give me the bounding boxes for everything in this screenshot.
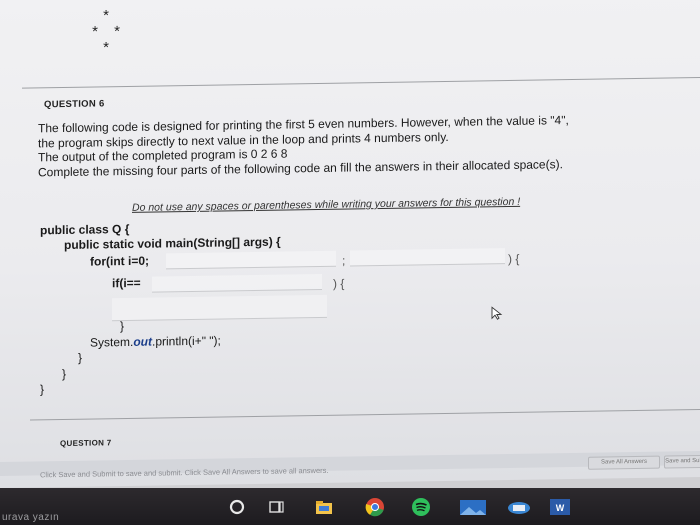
code-line-close-if: }: [120, 319, 125, 334]
println-out-keyword: out: [133, 334, 152, 349]
code-line-main: public static void main(String[] args) {: [64, 234, 281, 252]
save-all-answers-button[interactable]: Save All Answers: [588, 455, 660, 470]
code-line-if: if(i==: [112, 275, 141, 291]
code-line-close-main: }: [62, 366, 67, 382]
stars-row-3: *: [103, 39, 115, 57]
answer-blank-2[interactable]: [350, 248, 505, 267]
windows-taskbar: [0, 488, 700, 525]
question-7-label: QUESTION 7: [60, 438, 112, 449]
code-line-close-class: }: [40, 382, 45, 397]
for-close-paren: ) {: [508, 251, 520, 267]
for-semicolon: ;: [342, 253, 346, 268]
code-line-class: public class Q {: [40, 221, 130, 238]
taskbar-search-box[interactable]: urava yazın: [2, 512, 59, 523]
file-explorer-icon[interactable]: [313, 496, 335, 518]
save-and-submit-button[interactable]: Save and Submit: [664, 454, 700, 469]
answer-blank-1[interactable]: [166, 250, 336, 270]
if-close-paren: ) {: [333, 276, 345, 291]
question-6-label: QUESTION 6: [44, 98, 105, 111]
task-view-icon[interactable]: [266, 496, 288, 518]
println-suffix: .println(i+" ");: [152, 333, 221, 349]
spotify-icon[interactable]: [410, 496, 432, 518]
println-prefix: System.: [90, 334, 134, 350]
answer-blank-3[interactable]: [152, 273, 322, 293]
word-icon[interactable]: W: [548, 496, 572, 518]
code-line-close-for: }: [78, 350, 83, 365]
divider: [22, 77, 700, 89]
question-6-text: The following code is designed for print…: [38, 111, 678, 179]
code-line-println: System.out.println(i+" ");: [90, 334, 221, 350]
browser-viewport: * * * * * * QUESTION 6 The following cod…: [0, 0, 700, 489]
answer-blank-4[interactable]: [112, 294, 327, 322]
svg-text:W: W: [556, 503, 565, 513]
divider: [30, 409, 700, 421]
stars-row-1: * * *: [92, 0, 126, 25]
stars-row-2: * *: [92, 23, 126, 41]
mail-icon[interactable]: [505, 496, 533, 518]
code-line-for: for(int i=0;: [90, 253, 149, 269]
search-circle-icon[interactable]: [226, 496, 248, 518]
mouse-cursor-icon: [491, 306, 503, 320]
previous-question-stars: * * * * * *: [86, 0, 132, 57]
answer-instructions: Do not use any spaces or parentheses whi…: [132, 195, 521, 214]
photos-icon[interactable]: [458, 496, 488, 518]
chrome-icon[interactable]: [364, 496, 386, 518]
